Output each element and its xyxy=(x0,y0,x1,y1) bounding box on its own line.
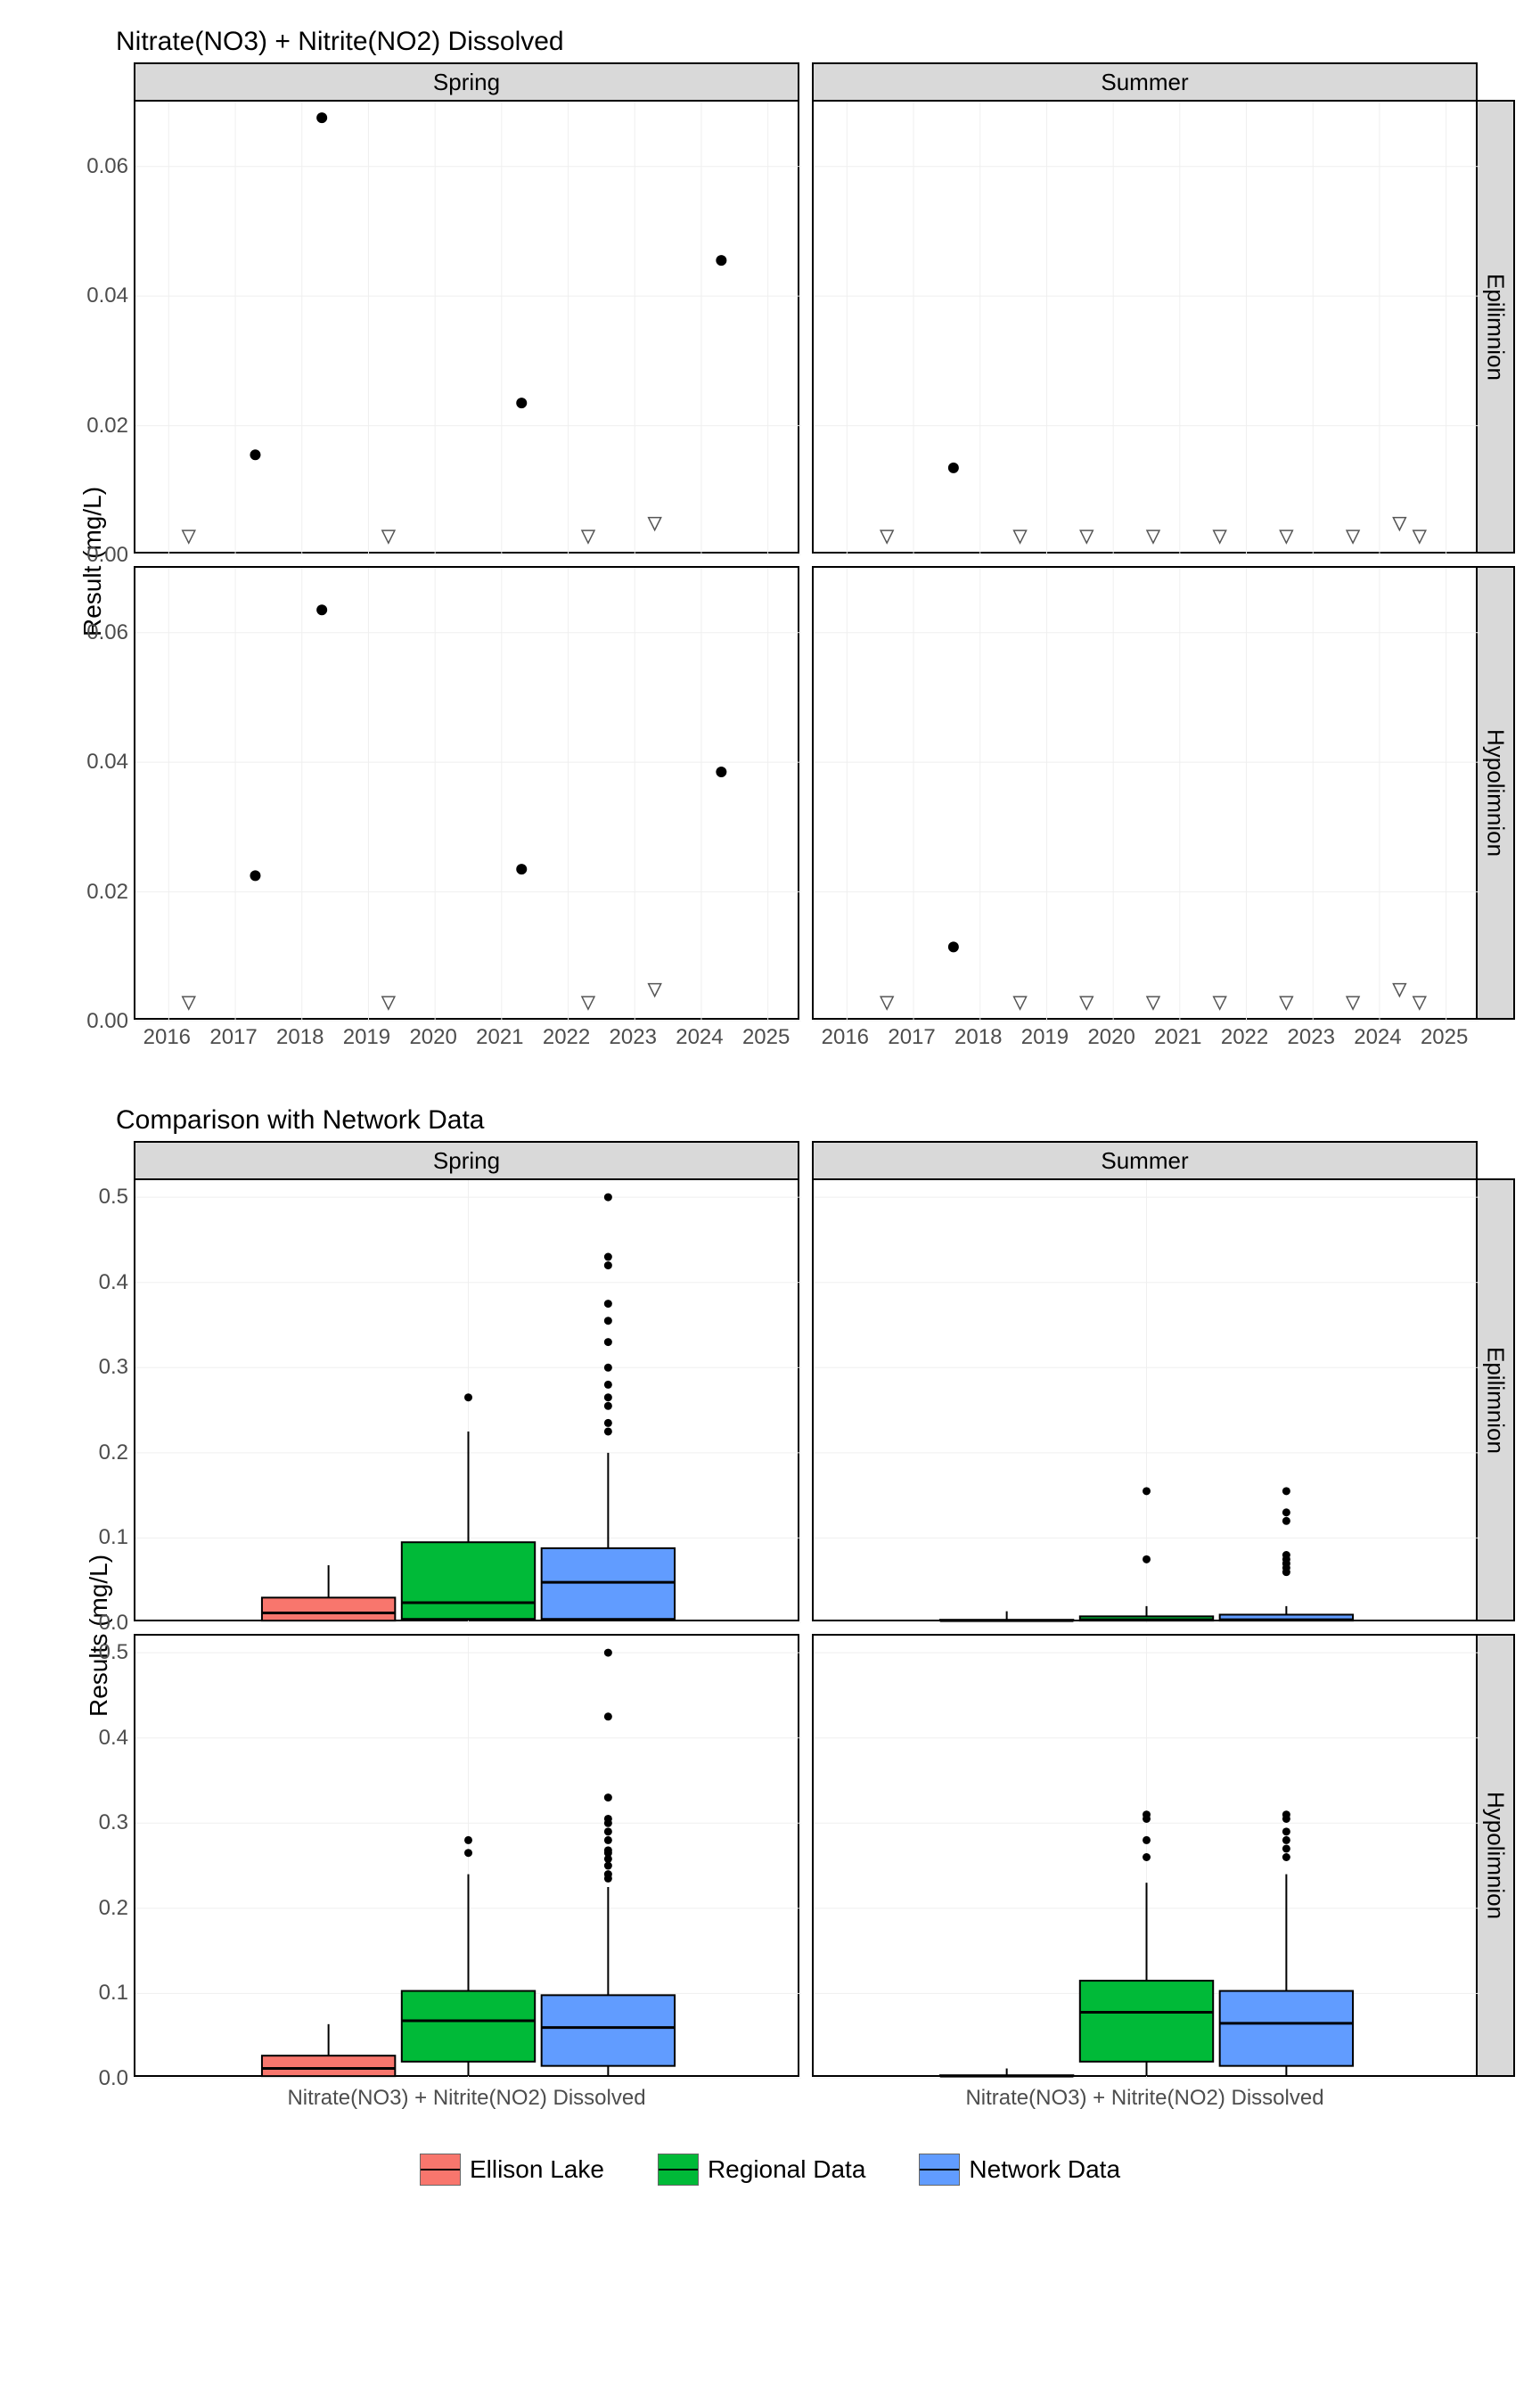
x-category-label: Nitrate(NO3) + Nitrite(NO2) Dissolved xyxy=(812,2086,1478,2111)
facet-row-strip: Epilimnion xyxy=(1478,100,1515,554)
y-tick-label: 0.1 xyxy=(57,1525,128,1550)
x-tick-label: 2021 xyxy=(473,1025,527,1050)
y-tick-label: 0.06 xyxy=(57,154,128,179)
y-tick-label: 0.3 xyxy=(57,1355,128,1380)
top-facet-grid: Result (mg/L) SpringSummerEpilimnionHypo… xyxy=(53,62,1515,1061)
y-tick-label: 0.04 xyxy=(57,283,128,308)
scatter-panel xyxy=(134,100,799,554)
x-category-label: Nitrate(NO3) + Nitrite(NO2) Dissolved xyxy=(134,2086,799,2111)
facet-row-strip: Epilimnion xyxy=(1478,1178,1515,1621)
facet-col-strip: Spring xyxy=(134,1141,799,1178)
legend-label-network: Network Data xyxy=(969,2155,1120,2184)
y-tick-label: 0.00 xyxy=(57,543,128,568)
y-tick-label: 0.4 xyxy=(57,1270,128,1295)
facet-row-strip: Hypolimnion xyxy=(1478,1634,1515,2077)
x-tick-label: 2019 xyxy=(340,1025,393,1050)
y-tick-label: 0.2 xyxy=(57,1440,128,1465)
x-tick-label: 2020 xyxy=(1085,1025,1138,1050)
boxplot-panel xyxy=(812,1178,1478,1621)
y-tick-label: 0.0 xyxy=(57,1611,128,1636)
y-tick-label: 0.02 xyxy=(57,880,128,905)
scatter-panel xyxy=(812,100,1478,554)
x-tick-label: 2022 xyxy=(540,1025,594,1050)
top-chart-title: Nitrate(NO3) + Nitrite(NO2) Dissolved xyxy=(116,27,1522,57)
legend-label-ellison: Ellison Lake xyxy=(470,2155,604,2184)
legend-label-regional: Regional Data xyxy=(708,2155,865,2184)
legend-key-ellison xyxy=(420,2154,461,2186)
scatter-panel xyxy=(812,566,1478,1020)
legend-item-network: Network Data xyxy=(919,2154,1120,2186)
legend: Ellison Lake Regional Data Network Data xyxy=(18,2154,1522,2186)
facet-col-strip: Spring xyxy=(134,62,799,100)
y-tick-label: 0.3 xyxy=(57,1810,128,1835)
y-tick-label: 0.1 xyxy=(57,1981,128,2006)
x-tick-label: 2016 xyxy=(818,1025,872,1050)
y-tick-label: 0.5 xyxy=(57,1185,128,1210)
x-tick-label: 2025 xyxy=(1418,1025,1471,1050)
boxplot-panel xyxy=(812,1634,1478,2077)
x-tick-label: 2025 xyxy=(740,1025,793,1050)
y-tick-label: 0.0 xyxy=(57,2066,128,2091)
x-tick-label: 2017 xyxy=(885,1025,938,1050)
legend-item-ellison: Ellison Lake xyxy=(420,2154,604,2186)
bottom-facet-grid: Results (mg/L) Spring SummerEpilimnion Hyp… xyxy=(53,1141,1515,2130)
facet-row-strip: Hypolimnion xyxy=(1478,566,1515,1020)
y-tick-label: 0.02 xyxy=(57,414,128,439)
x-tick-label: 2024 xyxy=(1351,1025,1405,1050)
x-tick-label: 2018 xyxy=(274,1025,327,1050)
x-tick-label: 2024 xyxy=(673,1025,726,1050)
legend-key-regional xyxy=(658,2154,699,2186)
boxplot-panel xyxy=(134,1178,799,1621)
x-tick-label: 2022 xyxy=(1218,1025,1272,1050)
y-tick-label: 0.06 xyxy=(57,620,128,645)
x-tick-label: 2017 xyxy=(207,1025,260,1050)
x-tick-label: 2016 xyxy=(140,1025,193,1050)
y-tick-label: 0.4 xyxy=(57,1726,128,1751)
y-tick-label: 0.2 xyxy=(57,1896,128,1921)
scatter-panel xyxy=(134,566,799,1020)
y-tick-label: 0.04 xyxy=(57,750,128,775)
x-tick-label: 2021 xyxy=(1151,1025,1205,1050)
facet-col-strip: Summer xyxy=(812,62,1478,100)
x-tick-label: 2023 xyxy=(1284,1025,1338,1050)
legend-key-network xyxy=(919,2154,960,2186)
y-tick-label: 0.5 xyxy=(57,1640,128,1665)
bottom-y-axis-label: Results (mg/L) xyxy=(85,1555,113,1717)
boxplot-panel xyxy=(134,1634,799,2077)
x-tick-label: 2020 xyxy=(406,1025,460,1050)
x-tick-label: 2018 xyxy=(952,1025,1005,1050)
facet-col-strip: Summer xyxy=(812,1141,1478,1178)
y-tick-label: 0.00 xyxy=(57,1009,128,1034)
bottom-chart-title: Comparison with Network Data xyxy=(116,1105,1522,1136)
x-tick-label: 2023 xyxy=(606,1025,659,1050)
page: Nitrate(NO3) + Nitrite(NO2) Dissolved Re… xyxy=(0,0,1540,2396)
x-tick-label: 2019 xyxy=(1018,1025,1071,1050)
legend-item-regional: Regional Data xyxy=(658,2154,865,2186)
